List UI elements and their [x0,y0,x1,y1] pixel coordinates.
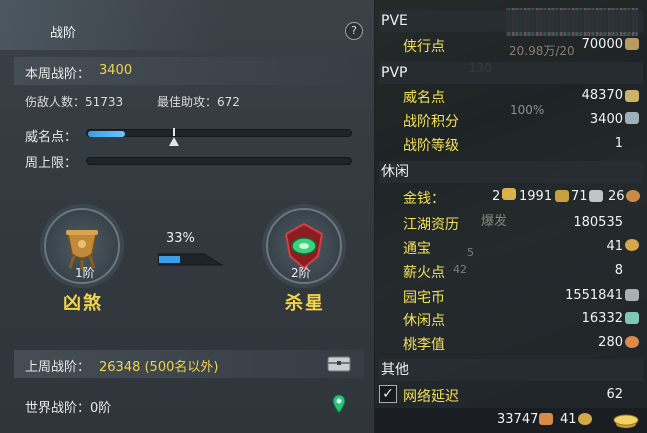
rank-badge-icon [625,112,639,124]
pvp-item-value-1: 3400 [589,112,623,127]
network-latency-checkbox[interactable]: ✓ [379,385,397,403]
house-coin-icon [625,289,639,301]
bg-lvl2: 42 [453,263,467,276]
pvp-item-label-0: 威名点 [403,90,445,106]
chest-icon[interactable] [327,356,351,372]
current-rank-name: 凶煞 [63,293,103,314]
next-rank-name: 杀星 [285,293,325,314]
bg-lvl: 5 [467,246,474,259]
leisure-item-label-4: 休闲点 [403,313,445,329]
leisure-item-value-2: 8 [614,263,623,278]
help-button[interactable]: ? [345,22,363,40]
silver-ingot-icon [555,190,569,202]
bottom-value-2: 41 [560,412,577,427]
rank-progress-fill [159,256,180,263]
money-copper: 71 [571,189,588,204]
prestige-marker [169,137,179,146]
bg-bar-value: 20.98万/20 [509,44,575,58]
pvp-item-label-1: 战阶积分 [403,114,459,130]
peach-icon [625,336,639,348]
other-item-label-0: 网络延迟 [403,389,459,405]
last-week-label: 上周战阶： [25,360,91,375]
bottom-value-1: 33747 [497,412,539,427]
pvp-item-label-2: 战阶等级 [403,138,459,154]
defeated-count: 伤敌人数：51733 [25,95,124,109]
mask-icon [625,90,639,102]
weekly-cap-label: 周上限： [25,156,78,171]
section-leisure: 休闲 [379,161,643,183]
leisure-item-value-3: 1551841 [565,288,623,303]
leisure-item-label-1: 通宝 [403,241,431,257]
prestige-track [86,129,352,137]
gold-ingot-icon [502,188,516,200]
weekly-cap-track [86,157,352,165]
gold-ingot-icon[interactable] [611,410,641,430]
rank-panel: 战阶 ? 本周战阶： 3400 伤敌人数：51733 最佳助攻：672 威名点：… [0,0,375,433]
money-wen: 26 [608,189,625,204]
next-rank-level: 2阶 [291,266,311,280]
currency-panel: 20.98万/20 130 100% 爆发 5 42 PVE 侠行点 70000… [375,0,647,433]
current-rank-level: 1阶 [75,266,95,280]
money-label: 金钱： [403,191,445,207]
panel-title: 战阶 [50,26,77,41]
money-gold: 2 [492,189,501,204]
coin-icon [626,190,640,202]
leisure-item-value-4: 16332 [581,311,623,326]
leisure-item-label-2: 薪火点 [403,265,445,281]
section-other: 其他 [379,359,643,381]
prestige-fill [88,131,125,137]
world-rank-label: 世界战阶：0阶 [25,401,112,416]
section-pve: PVE [379,10,643,32]
leisure-item-label-3: 园宅币 [403,290,445,306]
week-rank-label: 本周战阶： [25,67,91,82]
bg-pct: 100% [510,103,545,117]
bg-skill: 爆发 [481,214,508,229]
leisure-item-value-5: 280 [598,335,623,350]
tongbao-coin-icon [578,413,592,425]
leisure-item-value-1: 41 [606,239,623,254]
token-icon [539,413,553,425]
last-week-value: 26348 (500名以外) [99,360,219,375]
pve-item-label: 侠行点 [403,39,445,55]
prestige-marker-stem [173,128,175,136]
section-pvp: PVP [379,62,643,84]
rank-progress-percent: 33% [166,231,195,246]
leisure-item-label-0: 江湖资历 [403,217,459,233]
pvp-item-value-0: 48370 [581,88,623,103]
pvp-item-value-2: 1 [614,136,623,151]
tongbao-coin-icon [625,239,639,251]
pve-item-value: 70000 [581,37,623,52]
leisure-item-label-5: 桃李值 [403,337,445,353]
week-rank-value: 3400 [99,63,133,78]
sword-icon [625,38,639,50]
location-pin-icon[interactable] [332,394,346,414]
prestige-label: 威名点： [25,130,78,145]
leisure-item-value-0: 180535 [573,215,623,230]
leaf-icon [625,312,639,324]
best-assist: 最佳助攻：672 [157,95,240,109]
money-silver: 1991 [519,189,553,204]
copper-icon [589,190,603,202]
other-item-value-0: 62 [606,387,623,402]
rank-progress-bar [158,253,224,266]
